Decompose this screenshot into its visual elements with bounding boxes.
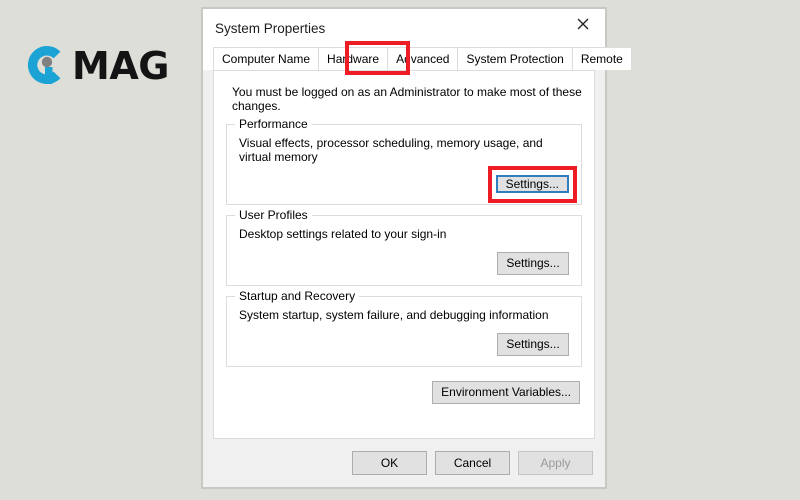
- ok-button[interactable]: OK: [352, 451, 427, 475]
- close-icon[interactable]: [560, 9, 605, 39]
- tab-computer-name[interactable]: Computer Name: [213, 47, 320, 70]
- startup-recovery-group: Startup and Recovery System startup, sys…: [226, 289, 582, 367]
- performance-group: Performance Visual effects, processor sc…: [226, 117, 582, 205]
- user-profiles-group-label: User Profiles: [235, 208, 312, 222]
- tab-system-protection[interactable]: System Protection: [457, 47, 573, 70]
- tabstrip: Computer Name Hardware Advanced System P…: [213, 47, 632, 70]
- tab-remote[interactable]: Remote: [571, 47, 632, 70]
- logo-c-mark-icon: [24, 42, 70, 88]
- performance-group-label: Performance: [235, 117, 312, 131]
- startup-recovery-settings-button[interactable]: Settings...: [497, 333, 569, 356]
- environment-variables-row: Environment Variables...: [226, 377, 582, 404]
- advanced-tab-panel: You must be logged on as an Administrato…: [213, 70, 595, 439]
- performance-button-row: Settings...: [237, 164, 577, 203]
- tab-advanced[interactable]: Advanced: [387, 47, 459, 70]
- system-properties-dialog: System Properties Computer Name Hardware…: [202, 8, 632, 488]
- startup-recovery-button-row: Settings...: [237, 322, 571, 356]
- apply-button: Apply: [518, 451, 593, 475]
- user-profiles-settings-button[interactable]: Settings...: [497, 252, 569, 275]
- dialog-titlebar: System Properties: [203, 9, 605, 47]
- brand-logo: MAG: [24, 42, 169, 88]
- cancel-button[interactable]: Cancel: [435, 451, 510, 475]
- environment-variables-button[interactable]: Environment Variables...: [432, 381, 580, 404]
- dialog-title: System Properties: [215, 20, 326, 36]
- user-profiles-button-row: Settings...: [237, 241, 571, 275]
- performance-settings-wrapper: Settings...: [487, 166, 577, 203]
- dialog-footer: OK Cancel Apply: [203, 439, 605, 487]
- performance-settings-button[interactable]: Settings...: [495, 175, 569, 193]
- startup-recovery-group-label: Startup and Recovery: [235, 289, 360, 303]
- user-profiles-group: User Profiles Desktop settings related t…: [226, 208, 582, 286]
- tab-hardware[interactable]: Hardware: [318, 47, 389, 70]
- brand-wordmark: MAG: [72, 44, 169, 88]
- tabstrip-container: Computer Name Hardware Advanced System P…: [203, 41, 632, 75]
